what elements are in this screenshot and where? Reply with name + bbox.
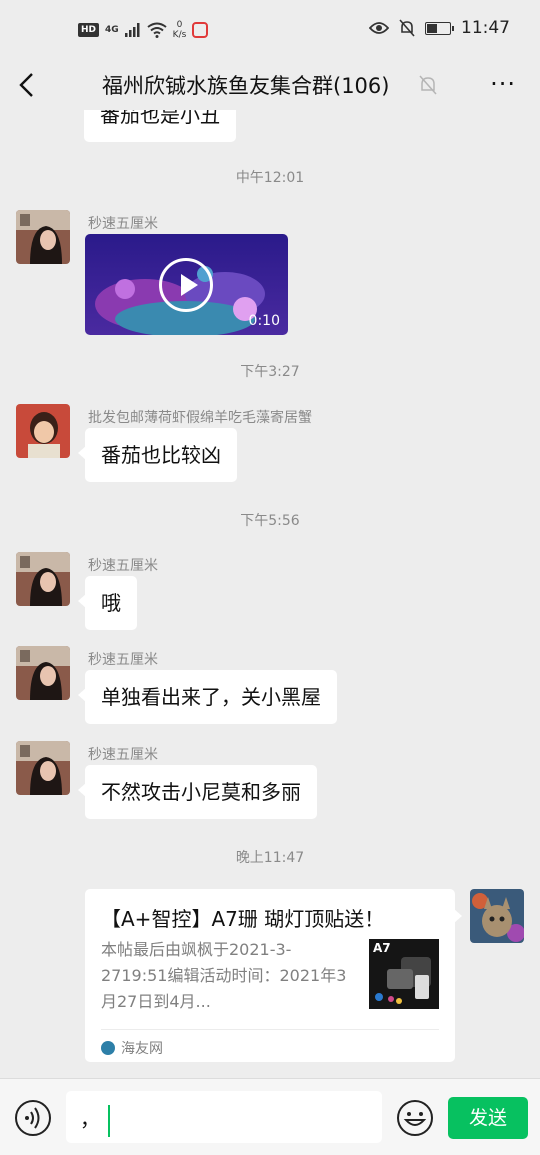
net-speed-unit: K/s [172, 30, 187, 40]
partial-message-bubble[interactable]: 番茄也是小丑 [84, 110, 236, 142]
clock: 11:47 [461, 18, 510, 38]
divider [101, 1029, 439, 1030]
signal-icon [124, 23, 140, 37]
net-speed: 0 K/s [173, 20, 187, 40]
input-bar: ， 发送 [0, 1078, 540, 1155]
avatar[interactable] [16, 552, 70, 606]
message-list[interactable]: 番茄也是小丑 中午12:01 秒速五厘米 0:10 下午3:27 批发包邮薄荷虾… [0, 110, 540, 1078]
video-message[interactable]: 0:10 [85, 234, 288, 335]
text-caret [108, 1104, 110, 1137]
my-avatar[interactable] [470, 889, 524, 943]
app-notification-icon [192, 22, 209, 38]
message-bubble[interactable]: 哦 [78, 576, 137, 630]
status-right: 11:47 [369, 18, 510, 38]
sender-name: 秒速五厘米 [88, 652, 158, 668]
sender-name: 秒速五厘米 [88, 747, 158, 763]
source-logo-icon [101, 1041, 115, 1055]
hd-badge: HD [78, 23, 100, 37]
avatar[interactable] [16, 210, 70, 264]
sender-name: 秒速五厘米 [88, 216, 158, 232]
battery-level [427, 23, 437, 33]
status-bar: HD 4G 0 K/s 11:47 [0, 0, 540, 60]
muted-bell-icon [419, 75, 437, 95]
timestamp: 下午3:27 [240, 364, 300, 380]
avatar[interactable] [16, 741, 70, 795]
timestamp: 中午12:01 [235, 170, 305, 186]
emoji-icon[interactable] [396, 1099, 434, 1137]
timestamp: 晚上11:47 [235, 850, 305, 866]
sender-name: 秒速五厘米 [88, 558, 158, 574]
avatar[interactable] [16, 646, 70, 700]
message-input[interactable]: ， [66, 1091, 382, 1143]
voice-input-icon[interactable] [14, 1099, 52, 1137]
link-card[interactable]: 【A+智控】A7珊 瑚灯顶贴送！ 本帖最后由飒枫于2021-3-2719:51编… [85, 889, 462, 1062]
source-name: 海友网 [121, 1041, 163, 1057]
send-button[interactable]: 发送 [448, 1097, 528, 1139]
chat-title: 福州欣铖水族鱼友集合群(106) [102, 74, 390, 98]
video-duration: 0:10 [248, 313, 280, 329]
link-card-thumbnail: A7 [369, 939, 439, 1009]
timestamp: 下午5:56 [240, 513, 300, 529]
back-arrow-icon[interactable] [14, 70, 44, 100]
more-options-button[interactable]: ··· [490, 72, 516, 96]
message-input-text: ， [80, 1107, 100, 1131]
play-icon[interactable] [159, 258, 213, 312]
net-speed-value: 0 [176, 20, 183, 30]
link-card-title: 【A+智控】A7珊 瑚灯顶贴送！ [101, 907, 385, 931]
status-left: HD 4G 0 K/s [78, 20, 209, 40]
message-bubble[interactable]: 不然攻击小尼莫和多丽 [78, 765, 317, 819]
link-card-source: 海友网 [101, 1038, 163, 1058]
eye-icon [369, 22, 389, 34]
battery-icon [425, 21, 454, 35]
sender-name: 批发包邮薄荷虾假绵羊吃毛藻寄居蟹 [88, 410, 312, 426]
link-card-description: 本帖最后由飒枫于2021-3-2719:51编辑活动时间：2021年3月27日到… [101, 940, 347, 1011]
wifi-icon [147, 22, 167, 38]
chat-header: 福州欣铖水族鱼友集合群(106) ··· [0, 60, 540, 110]
message-bubble[interactable]: 单独看出来了，关小黑屋 [78, 670, 337, 724]
avatar[interactable] [16, 404, 70, 458]
network-label: 4G [105, 25, 119, 35]
thumbnail-label: A7 [373, 941, 391, 955]
bell-off-icon [399, 19, 415, 37]
message-bubble[interactable]: 番茄也比较凶 [78, 428, 237, 482]
